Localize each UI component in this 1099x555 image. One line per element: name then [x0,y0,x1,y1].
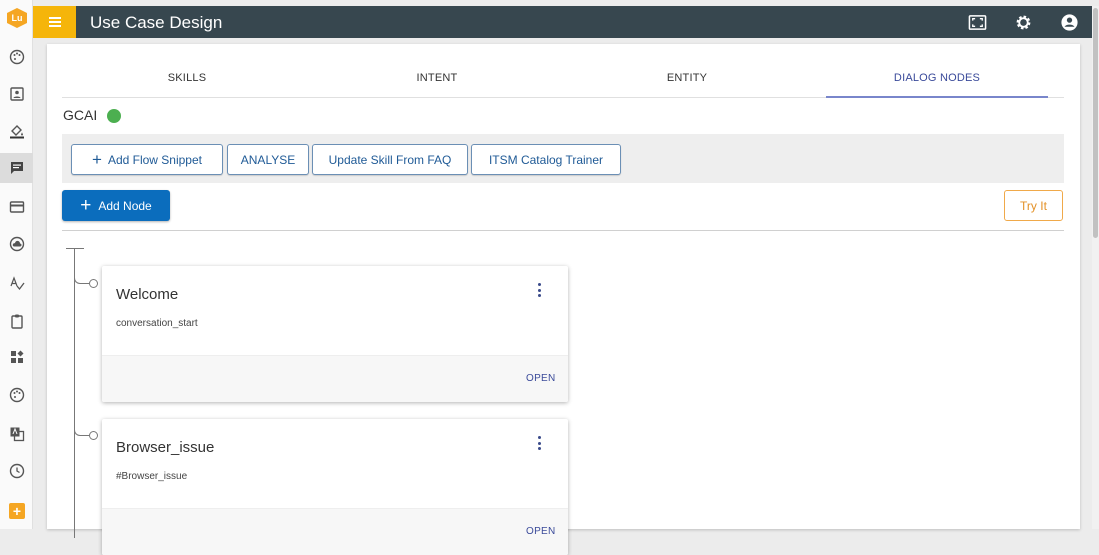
tree-root-line [66,248,84,249]
add-flow-snippet-label: Add Flow Snippet [107,152,202,167]
node-footer [102,355,568,402]
palette-icon [9,387,24,403]
card-icon [9,201,24,213]
sidebar-item-spellcheck[interactable] [0,268,33,298]
account-circle-icon [1060,13,1078,31]
spellcheck-icon [9,276,25,291]
clipboard-icon [10,314,23,329]
itsm-catalog-trainer-button[interactable]: ITSM Catalog Trainer [471,144,621,175]
node-footer [102,508,568,555]
sidebar-item-translate[interactable] [0,419,33,449]
sidebar-item-widgets[interactable] [0,342,33,372]
node-open-button[interactable]: OPEN [526,373,556,384]
sidebar-item-palette-2[interactable] [0,380,33,410]
sidebar-item-palette[interactable] [0,42,33,72]
left-nav-rail: Lu + [0,0,33,529]
sidebar-item-chat[interactable] [0,153,33,183]
node-condition: #Browser_issue [116,471,188,482]
add-node-button[interactable]: + Add Node [62,190,170,221]
dialog-toolbar: + Add Flow Snippet ANALYSE Update Skill … [62,134,1064,183]
sidebar-add-button[interactable]: + [9,503,25,519]
tab-skills[interactable]: SKILLS [62,62,312,98]
fullscreen-button[interactable] [967,12,987,32]
plus-icon: + [80,194,92,216]
menu-toggle-button[interactable] [33,6,76,38]
tab-intent[interactable]: INTENT [312,62,562,98]
page-scrollbar[interactable] [1092,6,1099,529]
sidebar-item-cards[interactable] [0,192,33,222]
node-open-button[interactable]: OPEN [526,526,556,537]
page-title: Use Case Design [90,13,223,32]
sidebar-item-theme[interactable] [0,116,33,146]
tree-trunk-line [74,248,75,538]
widgets-icon [10,350,23,363]
tree-branch [74,423,89,436]
dialog-node-card[interactable]: Welcome conversation_start OPEN [102,266,568,402]
chat-icon [10,162,23,174]
tree-node-connector [89,431,98,440]
tree-branch [74,271,89,284]
tab-dialog-nodes[interactable]: DIALOG NODES [812,62,1062,98]
sidebar-item-cloud[interactable] [0,229,33,259]
tab-bar: SKILLS INTENT ENTITY DIALOG NODES [62,62,1064,98]
node-title: Welcome [116,286,179,303]
contact-card-icon [9,87,24,101]
divider [62,230,1064,231]
try-it-button[interactable]: Try It [1004,190,1063,221]
history-icon [9,463,24,479]
sidebar-item-history[interactable] [0,456,33,486]
translate-icon [10,427,24,442]
plus-icon: + [92,149,102,169]
scrollbar-thumb[interactable] [1093,8,1098,238]
settings-button[interactable] [1013,12,1033,32]
skill-status-indicator [107,109,121,123]
skill-name: GCAI [63,107,98,123]
cloud-icon [9,236,24,252]
palette-icon [9,49,24,65]
app-header: Use Case Design [33,6,1092,38]
fullscreen-icon [968,14,986,30]
node-title: Browser_issue [116,439,215,456]
more-vert-icon[interactable] [537,283,541,297]
app-logo[interactable]: Lu [7,8,27,28]
node-condition: conversation_start [116,318,198,329]
gear-icon [1016,15,1030,29]
hamburger-icon [48,21,61,23]
dialog-node-card[interactable]: Browser_issue #Browser_issue OPEN [102,419,568,555]
analyse-button[interactable]: ANALYSE [227,144,309,175]
more-vert-icon[interactable] [537,436,541,450]
sidebar-item-contacts[interactable] [0,79,33,109]
update-skill-from-faq-button[interactable]: Update Skill From FAQ [312,144,468,175]
add-flow-snippet-button[interactable]: + Add Flow Snippet [71,144,223,175]
paint-bucket-icon [9,125,24,139]
account-button[interactable] [1059,12,1079,32]
add-node-label: Add Node [98,198,152,213]
tree-node-connector [89,279,98,288]
tab-entity[interactable]: ENTITY [562,62,812,98]
sidebar-item-clipboard[interactable] [0,306,33,336]
main-panel: SKILLS INTENT ENTITY DIALOG NODES GCAI +… [47,44,1080,555]
